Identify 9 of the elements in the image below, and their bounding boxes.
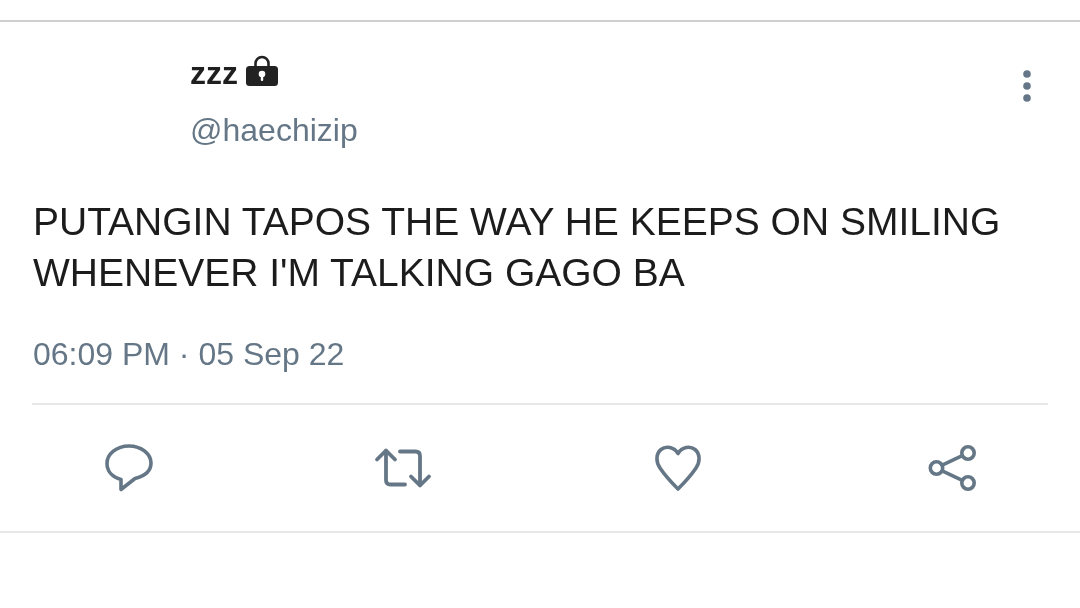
author-name: zzz: [190, 54, 238, 93]
more-options-icon[interactable]: [1023, 70, 1031, 102]
tweet-text: PUTANGIN TAPOS THE WAY HE KEEPS ON SMILING WHENEVER I'M TALKING GAGO BA: [33, 199, 1002, 296]
heart-icon[interactable]: [653, 444, 702, 492]
repost-arrows-icon[interactable]: [374, 447, 433, 489]
speech-bubble-icon[interactable]: [105, 444, 153, 492]
tweet-timestamp: 06:09 PM · 05 Sep 22: [33, 335, 346, 374]
share-icon[interactable]: [928, 444, 976, 492]
author-handle: @haechizip: [190, 111, 358, 150]
